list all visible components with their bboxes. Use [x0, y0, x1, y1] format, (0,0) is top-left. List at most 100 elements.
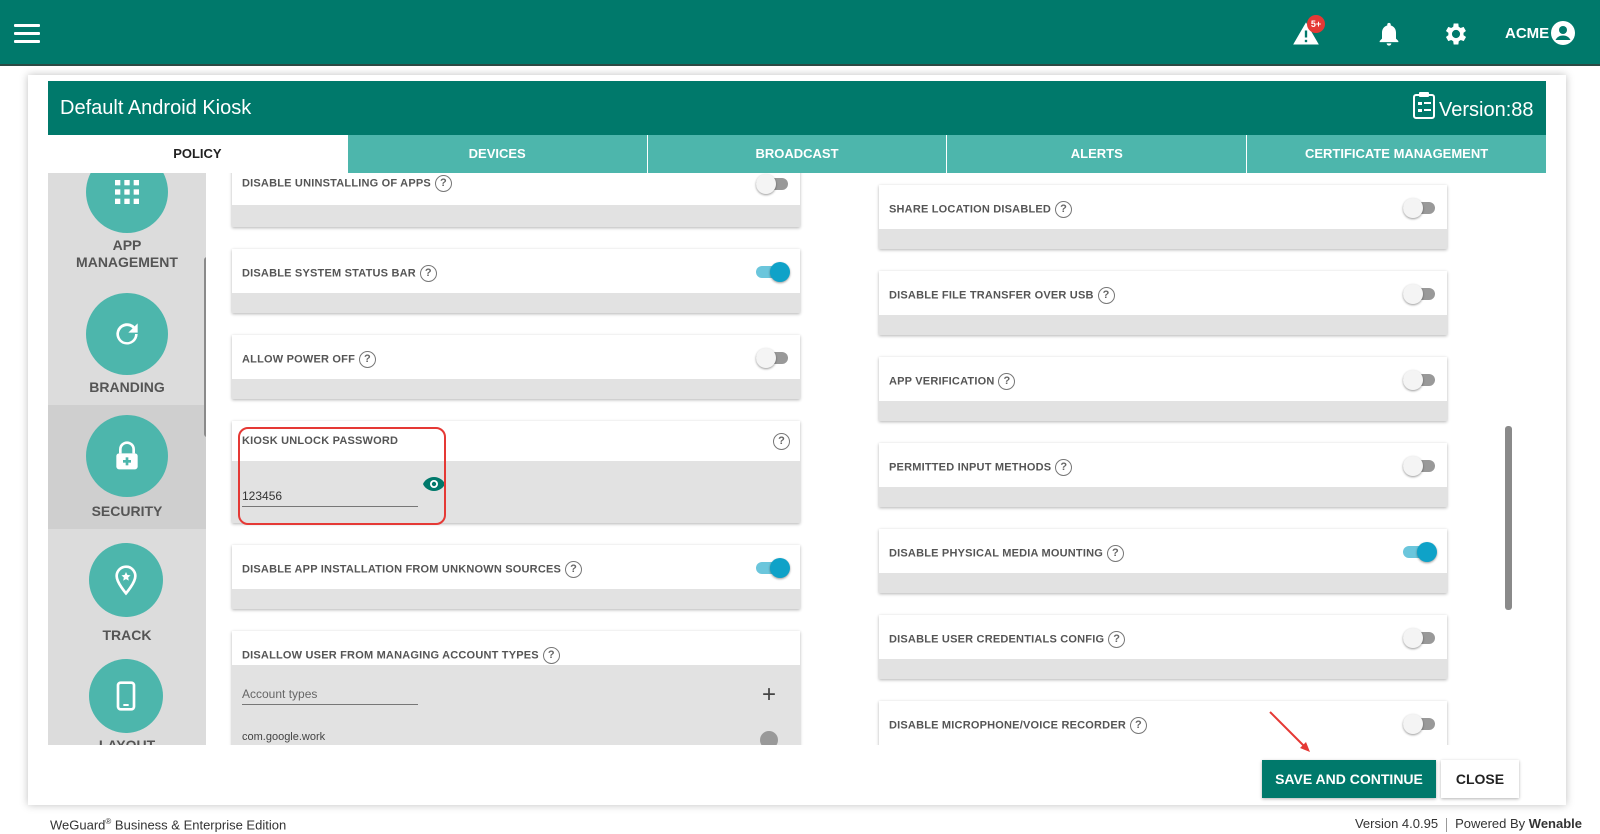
- alert-count-badge: 5+: [1307, 15, 1325, 33]
- grid-icon: [115, 180, 139, 204]
- account-name[interactable]: ACME: [1505, 25, 1549, 42]
- policy-tabs: POLICY DEVICES BROADCAST ALERTS CERTIFIC…: [48, 135, 1546, 173]
- menu-icon[interactable]: [14, 24, 40, 44]
- account-types-input[interactable]: Account types: [242, 685, 418, 705]
- sidebar-label-line1: APP: [112, 237, 142, 253]
- add-icon[interactable]: +: [762, 683, 776, 707]
- tab-broadcast[interactable]: BROADCAST: [647, 135, 948, 173]
- sidebar-label: BRANDING: [89, 379, 165, 395]
- policy-header: Default Android Kiosk Version:88: [48, 81, 1546, 135]
- toggle-allow-power-off[interactable]: [756, 348, 788, 368]
- setting-input-methods: PERMITTED INPUT METHODS?: [879, 443, 1447, 507]
- policy-sidebar: APP MANAGEMENT BRANDING SECURITY TRACK L…: [48, 173, 206, 745]
- help-icon[interactable]: ?: [1097, 287, 1115, 304]
- toggle-disable-uninstalling[interactable]: [756, 174, 788, 194]
- setting-label: DISABLE APP INSTALLATION FROM UNKNOWN SO…: [242, 561, 583, 578]
- sidebar-item-layout[interactable]: LAYOUT: [48, 649, 206, 745]
- setting-microphone: DISABLE MICROPHONE/VOICE RECORDER?: [879, 701, 1447, 745]
- setting-allow-power-off: ALLOW POWER OFF?: [232, 335, 800, 399]
- sidebar-item-security[interactable]: SECURITY: [48, 405, 206, 529]
- clipboard-icon: [1413, 92, 1435, 119]
- setting-label: DISABLE USER CREDENTIALS CONFIG?: [889, 631, 1126, 648]
- setting-label: ALLOW POWER OFF?: [242, 351, 376, 368]
- sidebar-circle: [86, 173, 168, 233]
- setting-label: PERMITTED INPUT METHODS?: [889, 459, 1073, 476]
- setting-file-transfer: DISABLE FILE TRANSFER OVER USB?: [879, 271, 1447, 335]
- location-pin-icon: [115, 565, 137, 596]
- toggle-input-methods[interactable]: [1403, 456, 1435, 476]
- toggle-user-credentials[interactable]: [1403, 628, 1435, 648]
- setting-disable-status-bar: DISABLE SYSTEM STATUS BAR?: [232, 249, 800, 313]
- sidebar-item-track[interactable]: TRACK: [48, 529, 206, 649]
- sidebar-circle: [89, 659, 163, 733]
- annotation-arrow: [1269, 711, 1310, 752]
- remove-icon[interactable]: [760, 731, 778, 745]
- top-app-bar: 5+ ACME: [0, 0, 1600, 66]
- setting-label: DISALLOW USER FROM MANAGING ACCOUNT TYPE…: [242, 647, 560, 664]
- close-button[interactable]: CLOSE: [1441, 760, 1519, 798]
- gear-icon[interactable]: [1442, 20, 1470, 48]
- sidebar-circle: [86, 415, 168, 497]
- avatar-icon[interactable]: [1551, 21, 1575, 45]
- sidebar-label: SECURITY: [91, 503, 163, 519]
- toggle-microphone[interactable]: [1403, 714, 1435, 734]
- footer-edition: WeGuard® Business & Enterprise Edition: [50, 817, 287, 833]
- setting-media-mounting: DISABLE PHYSICAL MEDIA MOUNTING?: [879, 529, 1447, 593]
- save-and-continue-button[interactable]: SAVE AND CONTINUE: [1262, 760, 1436, 798]
- help-icon[interactable]: ?: [1055, 459, 1073, 476]
- toggle-share-location[interactable]: [1403, 198, 1435, 218]
- highlight-box: [238, 427, 446, 525]
- help-icon[interactable]: ?: [1107, 545, 1124, 562]
- setting-disable-uninstalling: DISABLE UNINSTALLING OF APPS?: [232, 173, 800, 227]
- tab-certificate-management[interactable]: CERTIFICATE MANAGEMENT: [1247, 135, 1546, 173]
- sidebar-label-line2: MANAGEMENT: [76, 254, 178, 270]
- sidebar-label: LAYOUT: [98, 737, 156, 745]
- policy-title: Default Android Kiosk: [60, 97, 252, 119]
- security-settings: DISABLE UNINSTALLING OF APPS? DISABLE SY…: [206, 173, 1546, 745]
- sidebar-label: TRACK: [102, 627, 152, 643]
- toggle-app-verification[interactable]: [1403, 370, 1435, 390]
- lock-icon: [116, 441, 138, 470]
- help-icon[interactable]: ?: [419, 265, 437, 282]
- help-icon[interactable]: ?: [1055, 201, 1073, 218]
- tab-devices[interactable]: DEVICES: [347, 135, 648, 173]
- setting-label: APP VERIFICATION?: [889, 373, 1016, 390]
- toggle-unknown-sources[interactable]: [756, 558, 790, 578]
- sidebar-circle: [89, 543, 163, 617]
- setting-label: DISABLE FILE TRANSFER OVER USB?: [889, 287, 1115, 304]
- phone-icon: [116, 681, 136, 711]
- help-icon[interactable]: ?: [1130, 717, 1148, 734]
- setting-share-location: SHARE LOCATION DISABLED?: [879, 185, 1447, 249]
- refresh-icon: [116, 323, 138, 345]
- setting-label: DISABLE MICROPHONE/VOICE RECORDER?: [889, 717, 1148, 734]
- help-icon[interactable]: ?: [565, 561, 583, 578]
- setting-label: DISABLE PHYSICAL MEDIA MOUNTING?: [889, 545, 1124, 562]
- sidebar-circle: [86, 293, 168, 375]
- sidebar-item-app-management[interactable]: APP MANAGEMENT: [48, 173, 206, 283]
- bell-icon[interactable]: [1375, 20, 1403, 48]
- setting-label: DISABLE SYSTEM STATUS BAR?: [242, 265, 437, 282]
- tab-policy[interactable]: POLICY: [48, 135, 348, 173]
- setting-unknown-sources: DISABLE APP INSTALLATION FROM UNKNOWN SO…: [232, 545, 800, 609]
- setting-label: DISABLE UNINSTALLING OF APPS?: [242, 175, 452, 192]
- setting-user-credentials: DISABLE USER CREDENTIALS CONFIG?: [879, 615, 1447, 679]
- account-type-item: com.google.work: [242, 731, 326, 743]
- help-icon[interactable]: ?: [998, 373, 1016, 390]
- help-icon[interactable]: ?: [434, 175, 452, 192]
- footer-version: Version 4.0.95 Powered By Wenable: [1354, 816, 1582, 832]
- toggle-media-mounting[interactable]: [1403, 542, 1437, 562]
- help-icon[interactable]: ?: [773, 433, 790, 450]
- setting-account-types: DISALLOW USER FROM MANAGING ACCOUNT TYPE…: [232, 631, 800, 745]
- sidebar-item-branding[interactable]: BRANDING: [48, 283, 206, 405]
- tab-alerts[interactable]: ALERTS: [947, 135, 1248, 173]
- policy-dialog: Default Android Kiosk Version:88 POLICY …: [28, 75, 1566, 805]
- help-icon[interactable]: ?: [1108, 631, 1126, 648]
- toggle-file-transfer[interactable]: [1403, 284, 1435, 304]
- policy-version: Version:88: [1439, 99, 1534, 121]
- toggle-disable-status-bar[interactable]: [756, 262, 790, 282]
- setting-label: SHARE LOCATION DISABLED?: [889, 201, 1073, 218]
- help-icon[interactable]: ?: [542, 647, 560, 664]
- setting-app-verification: APP VERIFICATION?: [879, 357, 1447, 421]
- content-scrollbar[interactable]: [1505, 426, 1512, 610]
- help-icon[interactable]: ?: [358, 351, 376, 368]
